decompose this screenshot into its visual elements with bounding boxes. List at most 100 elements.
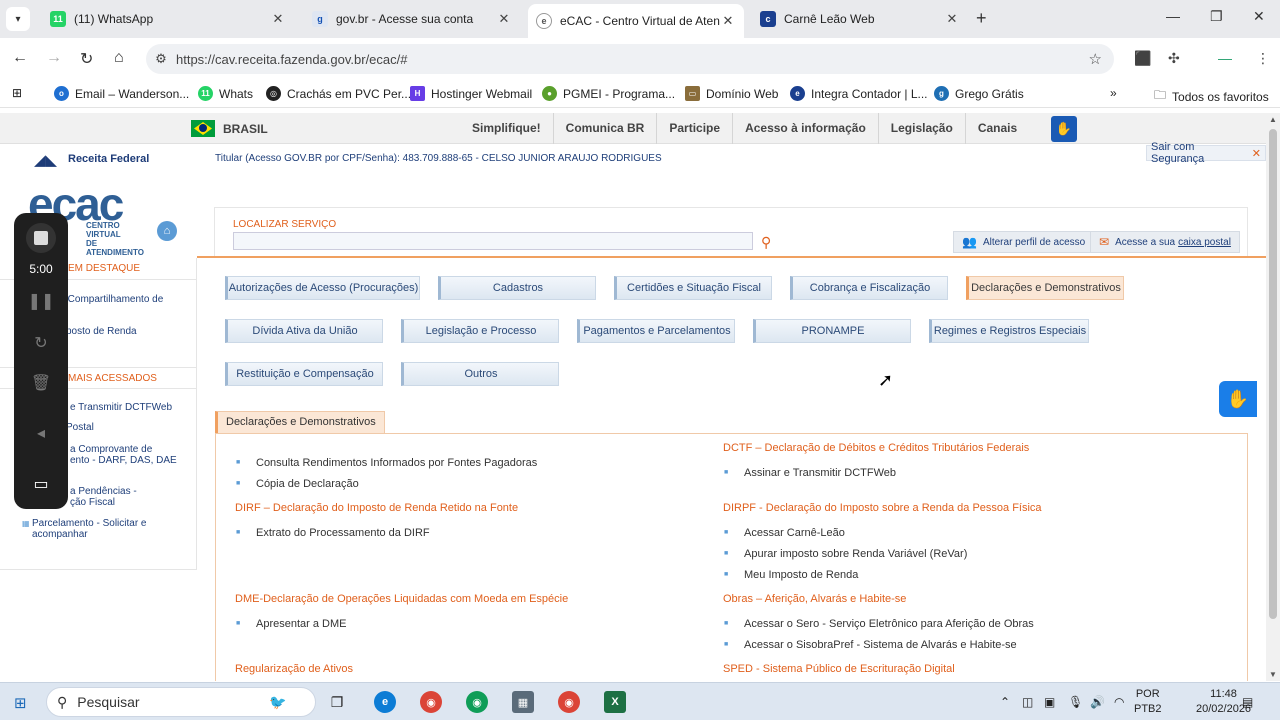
logout-button[interactable]: Sair com Segurança ✕ xyxy=(1146,141,1266,165)
profile-icon[interactable]: — xyxy=(1218,50,1232,66)
tab-carne-leao[interactable]: c Carnê Leão Web ✕ xyxy=(752,4,968,34)
service-pagamentos[interactable]: Pagamentos e Parcelamentos xyxy=(577,319,735,343)
sidebar-item-parcelamento[interactable]: ▦ Parcelamento - Solicitar e acompanhar xyxy=(22,518,192,540)
restart-icon[interactable]: ↻ xyxy=(14,333,68,353)
service-outros[interactable]: Outros xyxy=(401,362,559,386)
birds-widget-icon[interactable]: 🐦 xyxy=(248,691,308,713)
forward-icon[interactable]: → xyxy=(46,49,62,67)
vlibras-accessibility-icon[interactable]: ✋ xyxy=(1219,381,1257,417)
gov-link-comunica[interactable]: Comunica BR xyxy=(554,113,658,144)
sidebar-item-destaque[interactable]: posto de Renda xyxy=(66,326,236,337)
mailbox-button[interactable]: ✉ Acesse a sua caixa postal xyxy=(1090,231,1240,253)
site-info-icon[interactable]: ⚙ xyxy=(146,51,176,67)
link-extrato-dirf[interactable]: ■ Extrato do Processamento da DIRF xyxy=(236,527,430,539)
notifications-icon[interactable]: ▤ xyxy=(1242,695,1253,709)
page-scrollbar[interactable]: ▲ ▼ xyxy=(1266,113,1280,681)
language-indicator[interactable]: POR PTB2 xyxy=(1134,687,1162,717)
link-meu-imposto[interactable]: ■ Meu Imposto de Renda xyxy=(724,569,858,581)
service-legislacao[interactable]: Legislação e Processo xyxy=(401,319,559,343)
trash-icon[interactable]: 🗑 xyxy=(14,373,68,393)
new-tab-icon[interactable]: + xyxy=(976,8,987,29)
bookmark-whats[interactable]: 11 Whats xyxy=(198,86,253,101)
volume-icon[interactable]: 🔊 xyxy=(1090,695,1105,709)
chrome-icon[interactable]: ◉ xyxy=(420,691,442,713)
bookmark-dominio[interactable]: ▭ Domínio Web xyxy=(685,86,778,101)
chrome-active-icon[interactable]: ◉ xyxy=(558,691,580,713)
home-icon[interactable]: ⌂ xyxy=(157,221,177,241)
stop-recording-button[interactable] xyxy=(26,223,56,253)
service-restituicao[interactable]: Restituição e Compensação xyxy=(225,362,383,386)
link-copia-declaracao[interactable]: ■ Cópia de Declaração xyxy=(236,478,359,490)
sidebar-item-destaque[interactable]: ar Compartilhamento de xyxy=(56,294,226,305)
excel-icon[interactable]: X xyxy=(604,691,626,713)
tray-chevron-icon[interactable]: ⌃ xyxy=(1000,695,1010,709)
gov-link-acesso-informacao[interactable]: Acesso à informação xyxy=(733,113,879,144)
maximize-icon[interactable]: ❐ xyxy=(1210,8,1223,25)
service-pronampe[interactable]: PRONAMPE xyxy=(753,319,911,343)
tab-ecac[interactable]: e eCAC - Centro Virtual de Atendimento ✕ xyxy=(528,4,744,38)
scrollbar-thumb[interactable] xyxy=(1269,129,1277,619)
gov-link-simplifique[interactable]: Simplifique! xyxy=(460,113,554,144)
reload-icon[interactable]: ↻ xyxy=(80,49,93,69)
minimize-icon[interactable]: — xyxy=(1166,8,1180,24)
service-autorizacoes[interactable]: Autorizações de Acesso (Procurações) xyxy=(225,276,420,300)
close-window-icon[interactable]: ✕ xyxy=(1253,8,1265,25)
link-apresentar-dme[interactable]: ■ Apresentar a DME xyxy=(236,618,346,630)
service-divida-ativa[interactable]: Dívida Ativa da União xyxy=(225,319,383,343)
service-cobranca[interactable]: Cobrança e Fiscalização xyxy=(790,276,948,300)
service-certidoes[interactable]: Certidões e Situação Fiscal xyxy=(614,276,772,300)
bookmark-hostinger[interactable]: H Hostinger Webmail xyxy=(410,86,532,101)
search-icon[interactable]: ⚲ xyxy=(761,234,771,251)
chrome-profile-icon[interactable]: ◉ xyxy=(466,691,488,713)
gov-link-canais[interactable]: Canais xyxy=(966,113,1029,144)
vlibras-hand-icon[interactable]: ✋ xyxy=(1051,116,1077,142)
menu-icon[interactable]: ⋮ xyxy=(1256,50,1270,67)
more-bookmarks-icon[interactable]: » xyxy=(1110,86,1117,100)
gov-link-legislacao[interactable]: Legislação xyxy=(879,113,966,144)
tray-usb-icon[interactable]: ▣ xyxy=(1044,695,1055,709)
extensions-puzzle-icon[interactable]: ✣ xyxy=(1168,50,1180,67)
camera-icon[interactable]: ▭ xyxy=(14,474,68,494)
gov-link-participe[interactable]: Participe xyxy=(657,113,734,144)
task-view-icon[interactable]: ❐ xyxy=(326,691,348,713)
bookmark-pgmei[interactable]: ● PGMEI - Programa... xyxy=(542,86,675,101)
bookmark-integra[interactable]: e Integra Contador | L... xyxy=(790,86,928,101)
address-bar[interactable]: ⚙ https://cav.receita.fazenda.gov.br/eca… xyxy=(146,44,1114,74)
link-sisobrapref[interactable]: ■ Acessar o SisobraPref - Sistema de Alva… xyxy=(724,639,1017,651)
link-dctfweb[interactable]: ■ Assinar e Transmitir DCTFWeb xyxy=(724,467,896,479)
bookmark-crachas[interactable]: ◎ Crachás em PVC Per... xyxy=(266,86,411,101)
tray-app-icon[interactable]: ◫ xyxy=(1022,695,1033,709)
close-icon[interactable]: ✕ xyxy=(496,11,512,27)
link-revar[interactable]: ■ Apurar imposto sobre Renda Variável (Re… xyxy=(724,548,967,560)
search-input[interactable] xyxy=(233,232,753,250)
link-carne-leao[interactable]: ■ Acessar Carnê-Leão xyxy=(724,527,845,539)
microphone-icon[interactable]: 🎙 xyxy=(1068,695,1083,709)
windows-start-icon[interactable]: ⊞ xyxy=(14,694,27,712)
back-icon[interactable]: ← xyxy=(12,49,28,67)
close-icon[interactable]: ✕ xyxy=(720,13,736,29)
home-icon[interactable]: ⌂ xyxy=(114,49,124,67)
service-cadastros[interactable]: Cadastros xyxy=(438,276,596,300)
tab-search-icon[interactable]: ▾ xyxy=(6,7,30,31)
service-regimes[interactable]: Regimes e Registros Especiais xyxy=(929,319,1089,343)
brasil-link[interactable]: BRASIL xyxy=(223,122,268,136)
tab-whatsapp[interactable]: 11 (11) WhatsApp ✕ xyxy=(42,4,294,34)
pause-icon[interactable]: ❚❚ xyxy=(14,291,68,311)
calculator-icon[interactable]: ▦ xyxy=(512,691,534,713)
link-consulta-rendimentos[interactable]: ■ Consulta Rendimentos Informados por Fon… xyxy=(236,457,537,469)
extension-icon[interactable]: ⬛ xyxy=(1134,50,1151,67)
change-profile-button[interactable]: 👥 Alterar perfil de acesso xyxy=(953,231,1095,253)
sidebar-item-acessado[interactable]: Postal xyxy=(66,422,236,433)
scroll-up-icon[interactable]: ▲ xyxy=(1269,115,1277,124)
scroll-down-icon[interactable]: ▼ xyxy=(1269,670,1277,679)
all-bookmarks[interactable]: 🗀 Todos os favoritos xyxy=(1154,86,1269,107)
link-sero[interactable]: ■ Acessar o Sero - Serviço Eletrônico par… xyxy=(724,618,1034,630)
service-declaracoes[interactable]: Declarações e Demonstrativos xyxy=(966,276,1124,300)
close-icon[interactable]: ✕ xyxy=(270,11,286,27)
apps-icon[interactable]: ⊞ xyxy=(12,86,22,100)
draw-icon[interactable]: ◂ xyxy=(14,423,68,443)
bookmark-star-icon[interactable]: ☆ xyxy=(1089,50,1102,68)
mailbox-link[interactable]: caixa postal xyxy=(1178,237,1231,248)
edge-icon[interactable]: e xyxy=(374,691,396,713)
tab-govbr[interactable]: g gov.br - Acesse sua conta ✕ xyxy=(304,4,520,34)
